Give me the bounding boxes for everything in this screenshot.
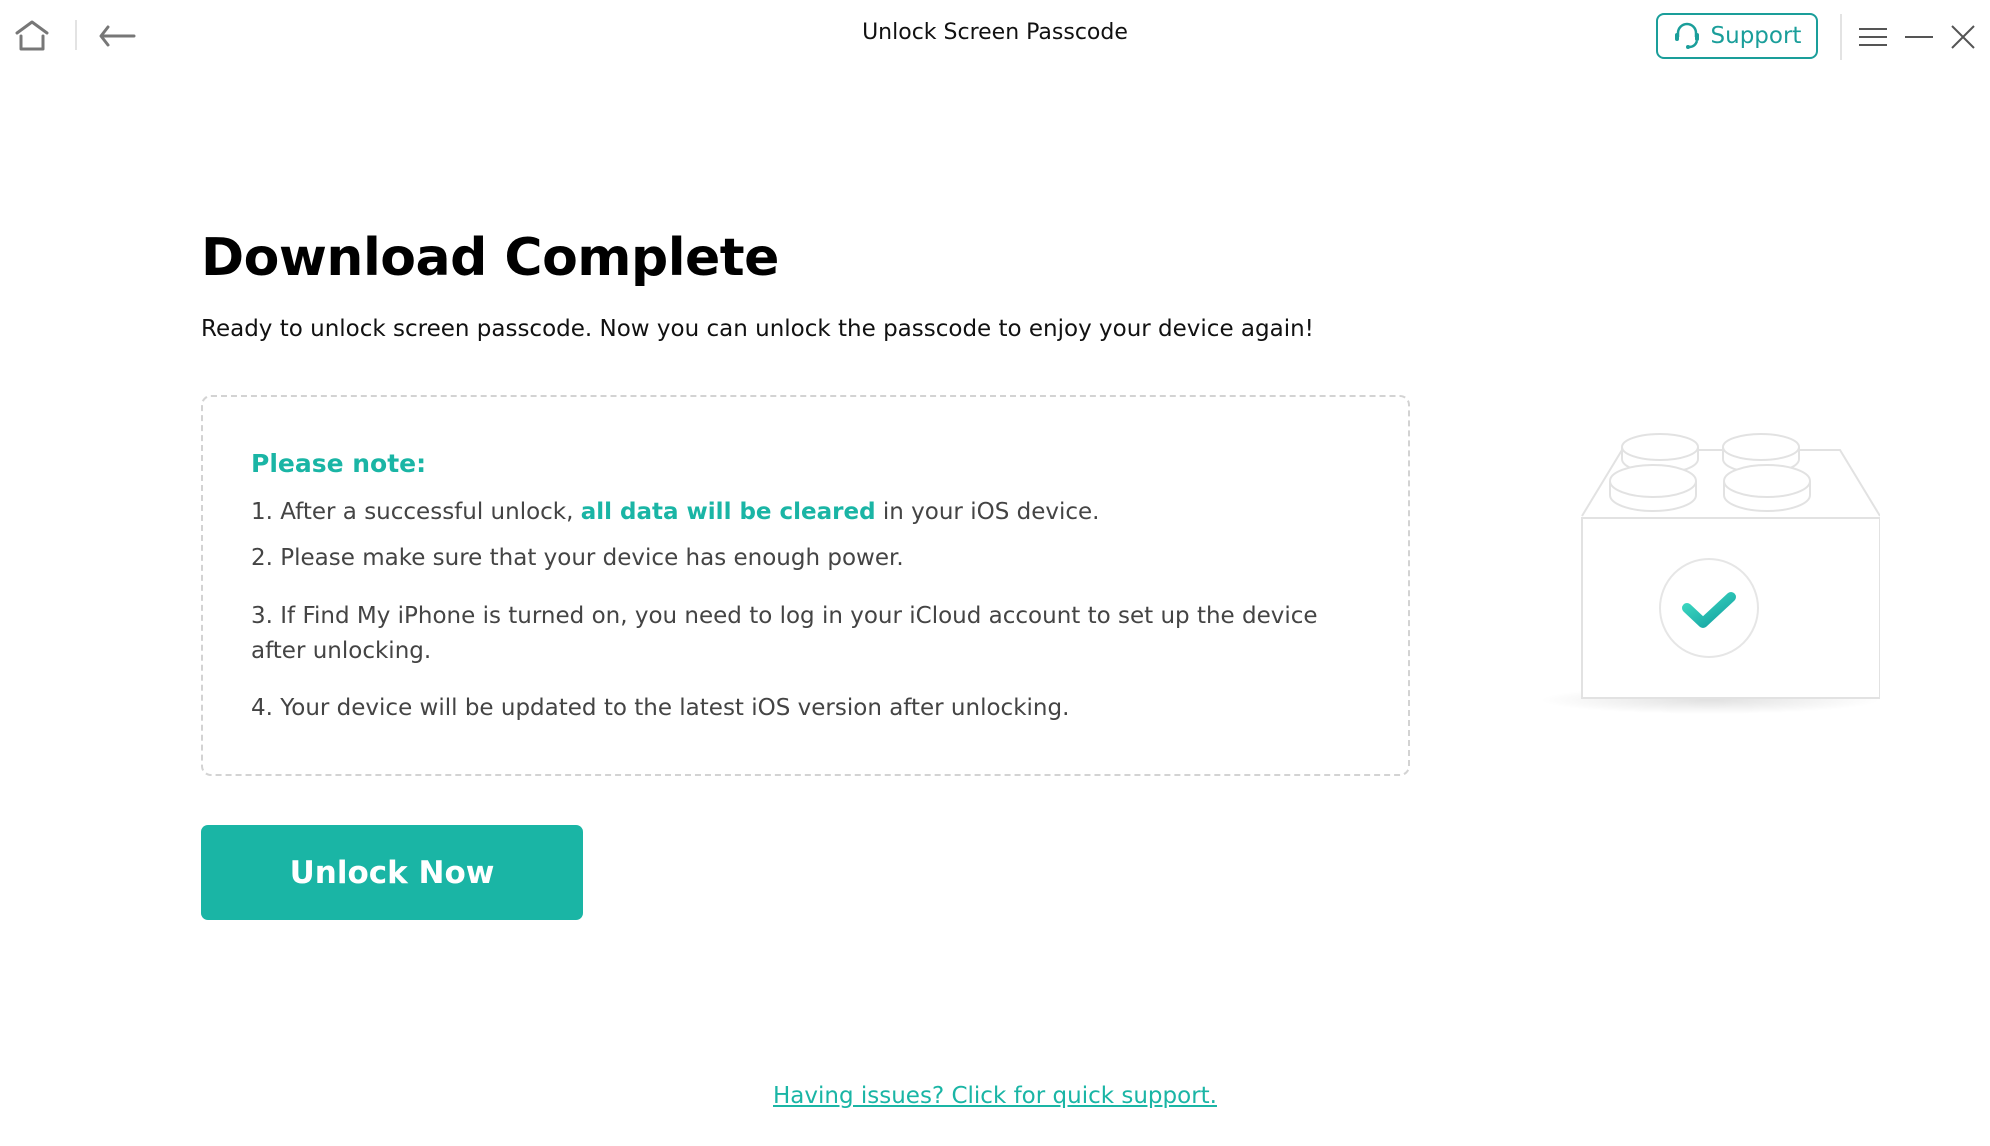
headset-icon bbox=[1674, 22, 1699, 49]
page-subtitle: Ready to unlock screen passcode. Now you… bbox=[201, 316, 1314, 342]
minimize-button[interactable] bbox=[1902, 20, 1936, 54]
close-button[interactable] bbox=[1946, 20, 1980, 54]
support-label: Support bbox=[1710, 23, 1802, 49]
note-item: 4. Your device will be updated to the la… bbox=[251, 695, 1070, 721]
unlock-now-button[interactable]: Unlock Now bbox=[201, 825, 583, 920]
note-item: 2. Please make sure that your device has… bbox=[251, 545, 904, 571]
support-button[interactable]: Support bbox=[1656, 13, 1818, 59]
notes-panel: Please note: 1. After a successful unloc… bbox=[201, 395, 1410, 776]
note-item: 3. If Find My iPhone is turned on, you n… bbox=[251, 603, 1318, 664]
note-item: 1. After a successful unlock, all data w… bbox=[251, 499, 1100, 525]
data-cleared-warning: all data will be cleared bbox=[580, 499, 876, 525]
brick-with-checkmark-illustration bbox=[1540, 425, 1881, 725]
hamburger-menu-icon bbox=[1859, 28, 1887, 46]
menu-button[interactable] bbox=[1856, 20, 1890, 54]
quick-support-link-row: Having issues? Click for quick support. bbox=[0, 1083, 1990, 1109]
minimize-icon bbox=[1905, 36, 1933, 38]
notes-heading: Please note: bbox=[251, 449, 427, 478]
close-icon bbox=[1951, 25, 1975, 49]
page-title: Download Complete bbox=[201, 228, 779, 288]
window-controls-divider bbox=[1840, 14, 1842, 60]
quick-support-link[interactable]: Having issues? Click for quick support. bbox=[773, 1083, 1217, 1109]
